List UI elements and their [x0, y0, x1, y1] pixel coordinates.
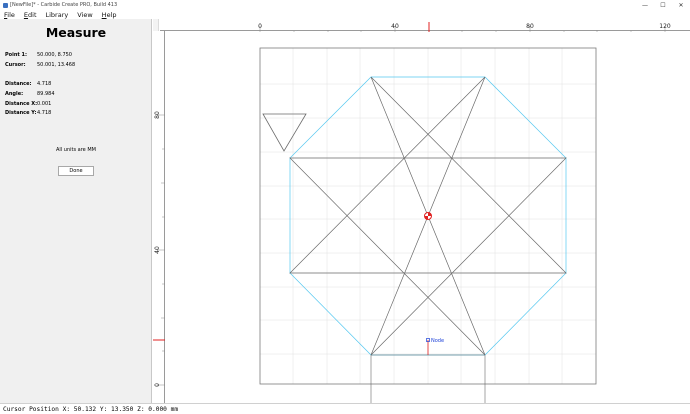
units-note: All units are MM — [56, 147, 96, 153]
distance-row: Distance: 4.718 — [5, 81, 51, 87]
node-label: Node — [431, 338, 444, 344]
distance-label: Distance: — [5, 81, 32, 87]
ruler-top-label: 80 — [526, 23, 534, 30]
distance-y-label: Distance Y: — [5, 110, 37, 116]
done-button[interactable]: Done — [58, 166, 94, 176]
ruler-left-label: 0 — [154, 383, 161, 387]
window-title: [NewFile]* - Carbide Create PRO, Build 4… — [10, 2, 118, 8]
angle-row: Angle: 89.984 — [5, 91, 55, 97]
menu-library[interactable]: Library — [46, 11, 69, 19]
point1-value: 50.000, 8.750 — [37, 52, 72, 58]
measure-panel: Measure Point 1: 50.000, 8.750 Cursor: 50.… — [0, 19, 152, 403]
ruler-top: 0 40 80 120 — [160, 19, 690, 34]
design-canvas[interactable]: Node — [166, 32, 690, 403]
menu-edit[interactable]: Edit — [24, 11, 37, 19]
point1-row: Point 1: 50.000, 8.750 — [5, 52, 72, 58]
menu-file[interactable]: File — [4, 11, 15, 19]
cursor-position-text: Cursor Position X: 50.132 Y: 13.350 Z: 0… — [3, 405, 179, 413]
menu-view[interactable]: View — [77, 11, 92, 19]
distance-y-value: 4.718 — [37, 110, 52, 116]
point1-label: Point 1: — [5, 52, 27, 58]
window-controls: — ☐ ✕ — [636, 0, 690, 10]
close-button[interactable]: ✕ — [672, 0, 690, 10]
cursor-label: Cursor: — [5, 62, 26, 68]
ruler-left-label: 40 — [154, 246, 161, 254]
distance-x-label: Distance X: — [5, 101, 38, 107]
angle-label: Angle: — [5, 91, 24, 97]
canvas-drawing: Node — [259, 47, 597, 403]
ruler-top-label: 40 — [391, 23, 399, 30]
ruler-top-label: 120 — [659, 23, 671, 30]
minimize-button[interactable]: — — [636, 0, 654, 10]
ruler-left-label: 80 — [154, 111, 161, 119]
app-logo-icon — [3, 2, 8, 8]
menu-help[interactable]: Help — [102, 11, 117, 19]
triangle-shape[interactable] — [262, 113, 307, 152]
cursor-row: Cursor: 50.001, 13.468 — [5, 62, 75, 68]
menu-bar: File Edit Library View Help — [0, 10, 690, 19]
distance-y-row: Distance Y:4.718 — [5, 110, 51, 116]
distance-x-row: Distance X:0.001 — [5, 101, 51, 107]
ruler-top-label: 0 — [258, 23, 262, 30]
distance-x-value: 0.001 — [37, 101, 52, 107]
title-bar: [NewFile]* - Carbide Create PRO, Build 4… — [0, 0, 690, 10]
ruler-left-graphic: 80 40 0 — [153, 111, 165, 387]
angle-value: 89.984 — [37, 91, 55, 97]
status-bar: Cursor Position X: 50.132 Y: 13.350 Z: 0… — [0, 403, 690, 414]
ruler-left: 80 40 0 — [153, 31, 165, 403]
cursor-value: 50.001, 13.468 — [37, 62, 76, 68]
center-origin-icon — [424, 212, 432, 220]
panel-title: Measure — [45, 25, 107, 40]
distance-value: 4.718 — [37, 81, 52, 87]
maximize-button[interactable]: ☐ — [654, 0, 672, 10]
